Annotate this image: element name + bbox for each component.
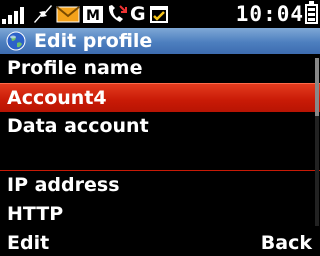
missed-call-icon <box>108 5 127 22</box>
list-item-label: Profile name <box>7 57 143 79</box>
list-item-account-value[interactable]: Account4 <box>0 83 320 112</box>
list-item-profile-name[interactable]: Profile name <box>0 54 320 83</box>
svg-text:M: M <box>86 8 100 24</box>
calendar-icon <box>150 6 168 23</box>
gprs-icon: G <box>130 3 146 25</box>
list-item-label: Account4 <box>7 87 107 109</box>
globe-icon <box>6 31 26 51</box>
clock: 10:04 <box>235 2 304 26</box>
status-bar: M G 10:04 <box>0 0 320 28</box>
list-item-data-account-value[interactable] <box>0 141 320 170</box>
list-item-http[interactable]: HTTP <box>0 200 320 229</box>
list-item-data-account[interactable]: Data account <box>0 112 320 141</box>
title-bar: Edit profile <box>0 28 320 54</box>
list-item-ip-address[interactable]: IP address <box>0 171 320 200</box>
data-transfer-icon <box>34 5 52 23</box>
edit-softkey[interactable]: Edit <box>7 230 49 256</box>
page-title: Edit profile <box>34 30 153 52</box>
time-text: 10:04 <box>235 2 304 26</box>
back-softkey[interactable]: Back <box>261 230 312 256</box>
softkey-bar: Edit Back <box>0 230 320 256</box>
list-item-label: HTTP <box>7 203 64 225</box>
message-envelope-icon <box>56 6 80 23</box>
signal-icon <box>2 4 30 24</box>
list-item-label: IP address <box>7 174 120 196</box>
scrollbar-thumb[interactable] <box>315 58 319 116</box>
list-item-label: Data account <box>7 115 149 137</box>
battery-icon <box>305 1 318 24</box>
mms-icon: M <box>83 6 103 24</box>
